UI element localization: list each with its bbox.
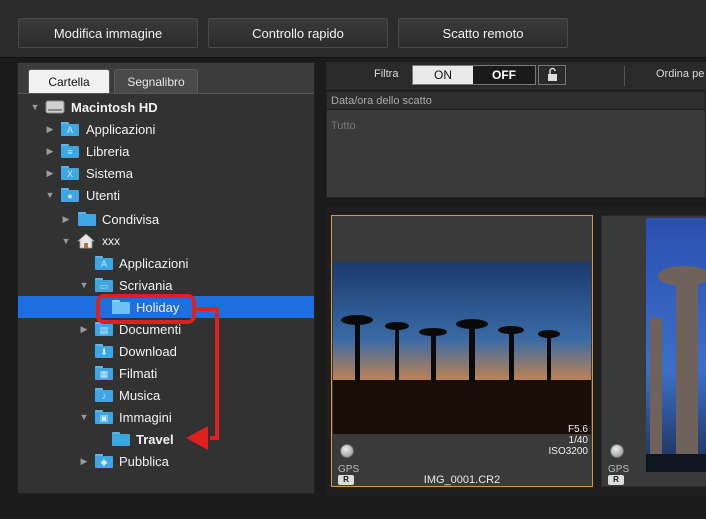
filter-off-button[interactable]: OFF bbox=[473, 66, 535, 84]
iso-value: ISO3200 bbox=[548, 446, 588, 457]
highlight-box bbox=[96, 294, 196, 324]
filter-on-button[interactable]: ON bbox=[413, 66, 473, 84]
lock-icon bbox=[548, 67, 557, 81]
gps-label: GPS bbox=[608, 464, 630, 475]
move-arrow-line bbox=[194, 307, 219, 440]
raw-badge: R bbox=[608, 475, 624, 485]
aperture-value: F5.6 bbox=[567, 424, 588, 435]
filter-toggle[interactable]: ON OFF bbox=[412, 65, 536, 85]
rating-circle-icon[interactable] bbox=[610, 444, 624, 458]
photo-thumbnail bbox=[333, 262, 591, 434]
thumbnail-filename: IMG_0001.CR2 bbox=[423, 474, 501, 486]
date-filter-header: Data/ora dello scatto bbox=[327, 92, 705, 110]
separator bbox=[624, 66, 625, 86]
shutter-value: 1/40 bbox=[568, 435, 588, 446]
thumbnail-card[interactable]: GPS R bbox=[601, 215, 706, 487]
rating-circle-icon[interactable] bbox=[340, 444, 354, 458]
date-filter-value[interactable]: Tutto bbox=[331, 120, 356, 132]
lock-button[interactable] bbox=[538, 65, 566, 85]
arrow-head-icon bbox=[186, 426, 208, 450]
exif-info: F5.6 1/40 ISO3200 bbox=[549, 424, 588, 457]
date-filter-panel: Data/ora dello scatto Tutto bbox=[326, 91, 706, 198]
thumbnail-card[interactable]: F5.6 1/40 ISO3200 GPS R IMG_0001.CR2 bbox=[331, 215, 593, 487]
thumbnail-grid: F5.6 1/40 ISO3200 GPS R IMG_0001.CR2 GPS… bbox=[326, 206, 706, 496]
filter-label: Filtra bbox=[374, 68, 399, 80]
sort-label[interactable]: Ordina pe bbox=[656, 68, 704, 80]
filter-bar: Filtra ON OFF Ordina pe bbox=[326, 62, 706, 90]
photo-thumbnail bbox=[646, 218, 706, 472]
